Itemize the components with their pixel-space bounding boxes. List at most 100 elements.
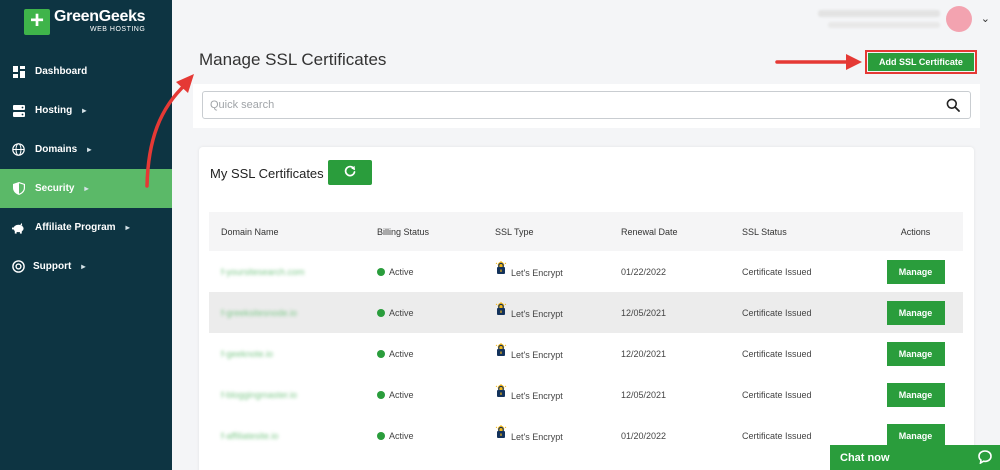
chat-bubble-icon	[978, 450, 992, 464]
column-header[interactable]: Domain Name	[209, 227, 365, 237]
logo-plus-icon: +	[24, 9, 50, 35]
user-menu[interactable]: ⌄	[818, 6, 990, 32]
sidebar-item-label: Domains	[35, 144, 78, 155]
ssl-type: Let's Encrypt	[495, 260, 563, 278]
ssl-status: Certificate Issued	[742, 430, 812, 441]
ssl-type: Let's Encrypt	[495, 424, 563, 442]
ssl-type: Let's Encrypt	[495, 301, 563, 319]
user-name-blurred	[818, 10, 940, 17]
chevron-right-icon: ▸	[82, 106, 87, 115]
domain-link[interactable]: f-yoursitesearch.com	[221, 267, 305, 277]
column-header: Actions	[900, 226, 931, 237]
lock-icon	[495, 260, 507, 274]
arrow-to-add-button	[775, 54, 862, 70]
renewal-date: 12/20/2021	[621, 348, 667, 359]
manage-button[interactable]: Manage	[886, 341, 945, 366]
billing-status: Active	[389, 348, 414, 359]
ssl-type: Let's Encrypt	[495, 383, 563, 401]
ssl-table: Domain Name Billing Status SSL Type Rene…	[209, 212, 963, 456]
ssl-status: Certificate Issued	[742, 266, 812, 277]
refresh-icon	[344, 165, 356, 180]
dashboard-icon	[12, 65, 25, 78]
chevron-right-icon: ▸	[87, 145, 92, 154]
sidebar-item-affiliate-program[interactable]: Affiliate Program ▸	[0, 208, 172, 247]
billing-status: Active	[389, 430, 414, 441]
table-row: f-bloggingmaster.io Active Let's Encrypt…	[209, 374, 963, 415]
ssl-type-label: Let's Encrypt	[511, 431, 563, 442]
sidebar-item-label: Dashboard	[35, 66, 88, 77]
ssl-status: Certificate Issued	[742, 307, 812, 318]
renewal-date: 12/05/2021	[621, 307, 667, 318]
status-dot	[377, 308, 385, 317]
user-email-blurred	[828, 22, 940, 28]
piggy-bank-icon	[12, 221, 25, 234]
table-row: f-yoursitesearch.com Active Let's Encryp…	[209, 251, 963, 292]
billing-status: Active	[389, 266, 414, 277]
support-icon	[12, 260, 25, 273]
logo-subtitle: WEB HOSTING	[90, 26, 146, 33]
ssl-type-label: Let's Encrypt	[511, 390, 563, 401]
domain-link[interactable]: f-greeksitesnode.io	[221, 308, 297, 318]
table-row: f-geeknote.io Active Let's Encrypt 12/20…	[209, 333, 963, 374]
add-button-highlight: Add SSL Certificate	[865, 50, 977, 74]
sidebar-item-label: Hosting	[35, 105, 73, 116]
lock-icon	[495, 342, 507, 356]
greengeeks-logo[interactable]: + GreenGeeks WEB HOSTING	[24, 9, 146, 35]
sidebar-item-label: Affiliate Program	[35, 222, 116, 233]
billing-status: Active	[389, 389, 414, 400]
logo-text: GreenGeeks WEB HOSTING	[54, 9, 146, 34]
sidebar-item-label: Security	[35, 183, 75, 194]
chat-now-button[interactable]: Chat now	[830, 445, 1000, 470]
manage-button[interactable]: Manage	[886, 382, 945, 407]
sidebar-item-security[interactable]: Security ▸	[0, 169, 172, 208]
domain-link[interactable]: f-bloggingmaster.io	[221, 390, 297, 400]
column-header[interactable]: Billing Status	[365, 227, 483, 237]
sidebar-item-label: Support	[33, 261, 72, 272]
lock-icon	[495, 301, 507, 315]
manage-button[interactable]: Manage	[886, 423, 945, 448]
manage-button[interactable]: Manage	[886, 259, 945, 284]
sidebar-item-dashboard[interactable]: Dashboard	[0, 52, 172, 91]
search-panel	[193, 84, 980, 128]
search-icon[interactable]	[946, 98, 960, 112]
server-icon	[12, 104, 25, 117]
ssl-certificates-card: My SSL Certificates Domain Name Billing …	[199, 147, 974, 470]
sidebar-item-support[interactable]: Support ▸	[0, 247, 172, 286]
globe-icon	[12, 143, 25, 156]
add-ssl-certificate-button[interactable]: Add SSL Certificate	[868, 53, 974, 71]
page-title: Manage SSL Certificates	[199, 50, 387, 69]
sidebar-item-hosting[interactable]: Hosting ▸	[0, 91, 172, 130]
ssl-status: Certificate Issued	[742, 389, 812, 400]
refresh-button[interactable]	[328, 160, 372, 185]
manage-button[interactable]: Manage	[886, 300, 945, 325]
ssl-type: Let's Encrypt	[495, 342, 563, 360]
chevron-right-icon: ▸	[125, 223, 130, 232]
domain-link[interactable]: f-geeknote.io	[221, 349, 273, 359]
search-input[interactable]	[203, 92, 923, 118]
sidebar-item-domains[interactable]: Domains ▸	[0, 130, 172, 169]
ssl-type-label: Let's Encrypt	[511, 308, 563, 319]
renewal-date: 12/05/2021	[621, 389, 667, 400]
column-header[interactable]: SSL Status	[730, 227, 868, 237]
chevron-down-icon[interactable]: ⌄	[981, 12, 990, 25]
chevron-right-icon: ▸	[81, 262, 86, 271]
column-header[interactable]: Renewal Date	[609, 227, 730, 237]
sidebar-nav: Dashboard Hosting ▸ Domains ▸ Security ▸	[0, 52, 172, 286]
domain-link[interactable]: f-affiliatesite.io	[221, 431, 278, 441]
card-title: My SSL Certificates	[210, 166, 324, 181]
column-header[interactable]: SSL Type	[483, 227, 609, 237]
avatar[interactable]	[946, 6, 972, 32]
status-dot	[377, 267, 385, 276]
ssl-type-label: Let's Encrypt	[511, 349, 563, 360]
table-row: f-greeksitesnode.io Active Let's Encrypt…	[209, 292, 963, 333]
billing-status: Active	[389, 307, 414, 318]
status-dot	[377, 390, 385, 399]
user-info	[818, 10, 940, 28]
table-header: Domain Name Billing Status SSL Type Rene…	[209, 212, 963, 251]
chevron-right-icon: ▸	[84, 184, 89, 193]
status-dot	[377, 431, 385, 440]
ssl-type-label: Let's Encrypt	[511, 267, 563, 278]
renewal-date: 01/22/2022	[621, 266, 667, 277]
shield-icon	[12, 182, 25, 195]
status-dot	[377, 349, 385, 358]
